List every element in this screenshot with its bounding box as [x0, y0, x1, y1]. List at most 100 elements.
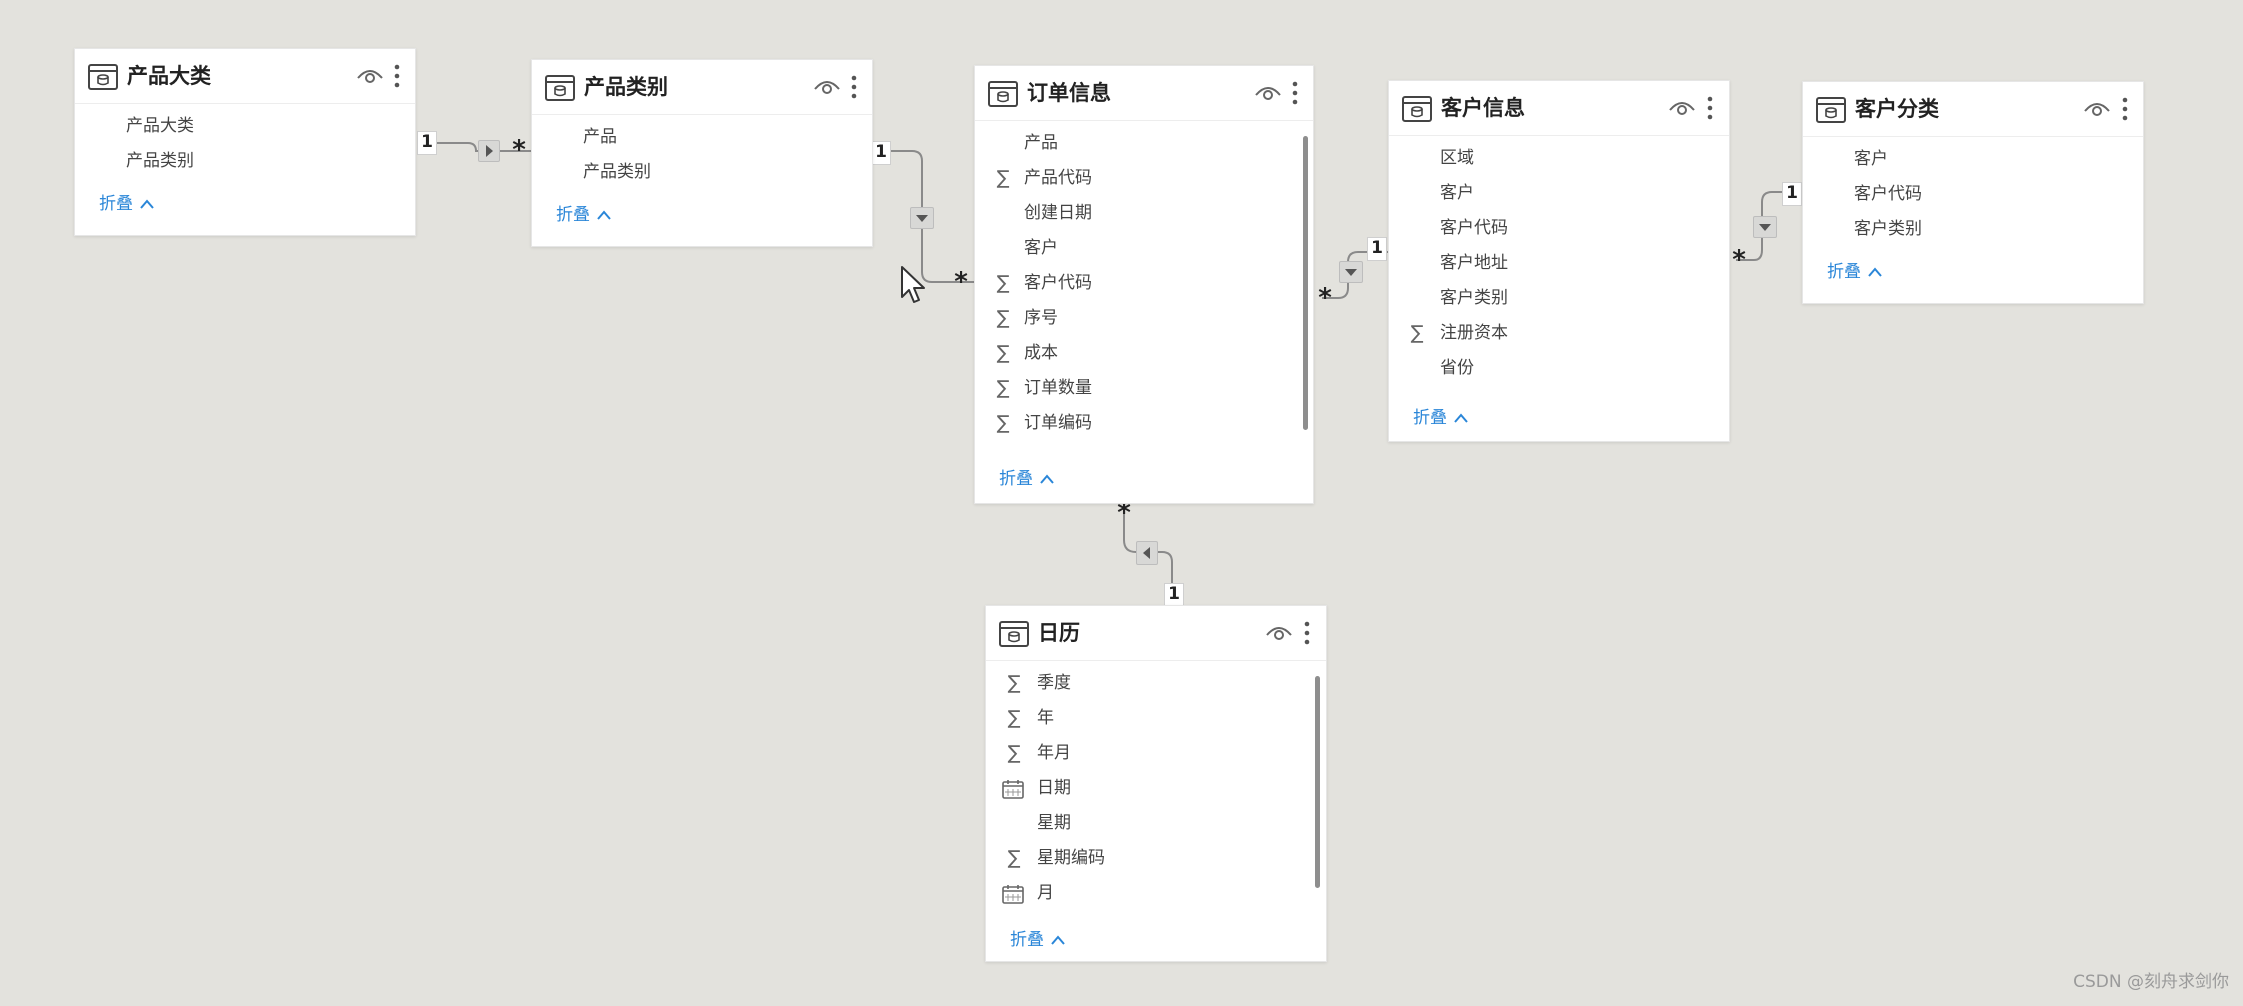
table-header[interactable]: 客户信息	[1389, 81, 1729, 136]
cardinality-many-3[interactable]: *	[1316, 285, 1334, 311]
table-card-customer-class[interactable]: 客户分类 客户 客户代码 客户类别 折叠	[1802, 81, 2144, 304]
collapse-link[interactable]: 折叠	[556, 203, 612, 227]
table-header[interactable]: 产品类别	[532, 60, 872, 115]
collapse-link[interactable]: 折叠	[999, 467, 1055, 491]
field-name: 客户类别	[1440, 288, 1508, 308]
field-row[interactable]: ∑ 季度	[986, 666, 1326, 701]
field-row[interactable]: 客户	[975, 231, 1313, 266]
field-row[interactable]: 创建日期	[975, 196, 1313, 231]
scrollbar[interactable]	[1315, 676, 1320, 888]
field-name: 月	[1037, 883, 1054, 903]
filter-direction-arrow-3[interactable]	[1339, 261, 1363, 283]
sigma-icon: ∑	[996, 272, 1010, 294]
model-canvas[interactable]: 1 * 1 * * 1 * 1 * 1 产品大类 产品大类 产品类别 折叠 产品…	[0, 0, 2243, 1006]
field-row[interactable]: ∑ 年月	[986, 736, 1326, 771]
field-row[interactable]: ∑ 订单数量	[975, 371, 1313, 406]
more-options-icon[interactable]	[2121, 95, 2129, 123]
visibility-eye-icon[interactable]	[357, 67, 383, 85]
field-row[interactable]: 客户类别	[1389, 281, 1729, 316]
table-header[interactable]: 客户分类	[1803, 82, 2143, 137]
filter-direction-arrow-1[interactable]	[478, 140, 500, 162]
chevron-up-icon	[1454, 413, 1468, 423]
field-row[interactable]: 星期	[986, 806, 1326, 841]
field-row[interactable]: 客户	[1803, 142, 2143, 177]
collapse-link[interactable]: 折叠	[1827, 260, 1883, 284]
field-row[interactable]: 产品类别	[75, 144, 415, 179]
table-header[interactable]: 订单信息	[975, 66, 1313, 121]
table-card-product-category[interactable]: 产品类别 产品 产品类别 折叠	[531, 59, 873, 247]
cardinality-one-5[interactable]: 1	[1164, 583, 1184, 607]
scrollbar[interactable]	[1303, 136, 1308, 430]
field-row[interactable]: ∑ 星期编码	[986, 841, 1326, 876]
cardinality-many-2[interactable]: *	[952, 269, 970, 295]
cardinality-one-4[interactable]: 1	[1782, 182, 1802, 206]
field-row[interactable]: ∑ 成本	[975, 336, 1313, 371]
collapse-link[interactable]: 折叠	[99, 192, 155, 216]
filter-direction-arrow-2[interactable]	[910, 207, 934, 229]
field-name: 客户地址	[1440, 253, 1508, 273]
field-name: 客户	[1024, 238, 1058, 258]
table-title: 订单信息	[1027, 81, 1111, 105]
visibility-eye-icon[interactable]	[2084, 100, 2110, 118]
field-row[interactable]: 产品	[975, 126, 1313, 161]
table-header[interactable]: 日历	[986, 606, 1326, 661]
sigma-icon: ∑	[1007, 707, 1021, 729]
table-header[interactable]: 产品大类	[75, 49, 415, 104]
cardinality-many-5[interactable]: *	[1115, 500, 1133, 526]
field-name: 年	[1037, 708, 1054, 728]
field-row[interactable]: 区域	[1389, 141, 1729, 176]
field-name: 产品类别	[583, 162, 651, 182]
field-row[interactable]: 日期	[986, 771, 1326, 806]
field-row[interactable]: 客户代码	[1803, 177, 2143, 212]
field-name: 产品类别	[126, 151, 194, 171]
cardinality-many-1[interactable]: *	[510, 137, 528, 163]
field-row[interactable]: ∑ 客户代码	[975, 266, 1313, 301]
field-row[interactable]: ∑ 注册资本	[1389, 316, 1729, 351]
field-row[interactable]: 产品	[532, 120, 872, 155]
collapse-label: 折叠	[1413, 408, 1447, 428]
more-options-icon[interactable]	[1291, 79, 1299, 107]
field-row[interactable]: 客户类别	[1803, 212, 2143, 247]
field-row[interactable]: 产品大类	[75, 109, 415, 144]
filter-direction-arrow-4[interactable]	[1753, 216, 1777, 238]
field-row[interactable]: ∑ 订单编码	[975, 406, 1313, 441]
cardinality-many-4[interactable]: *	[1730, 247, 1748, 273]
field-name: 星期	[1037, 813, 1071, 833]
table-icon	[1402, 96, 1432, 122]
field-name: 日期	[1037, 778, 1071, 798]
more-options-icon[interactable]	[1303, 619, 1311, 647]
chevron-up-icon	[140, 199, 154, 209]
collapse-link[interactable]: 折叠	[1413, 406, 1469, 430]
collapse-label: 折叠	[999, 469, 1033, 489]
field-row[interactable]: 客户	[1389, 176, 1729, 211]
visibility-eye-icon[interactable]	[1255, 84, 1281, 102]
field-row[interactable]: ∑ 序号	[975, 301, 1313, 336]
sigma-icon: ∑	[996, 307, 1010, 329]
sigma-icon: ∑	[996, 412, 1010, 434]
field-row[interactable]: 客户地址	[1389, 246, 1729, 281]
field-row[interactable]: 省份	[1389, 351, 1729, 386]
visibility-eye-icon[interactable]	[1266, 624, 1292, 642]
visibility-eye-icon[interactable]	[1669, 99, 1695, 117]
table-card-customer-info[interactable]: 客户信息 区域 客户 客户代码客户地址客户类别 ∑ 注册资本 省份 折叠	[1388, 80, 1730, 442]
table-card-calendar[interactable]: 日历 ∑ 季度 ∑ 年 ∑ 年月 日期 星期 ∑ 星期编码月 折叠	[985, 605, 1327, 962]
field-row[interactable]: 产品类别	[532, 155, 872, 190]
table-card-product-major[interactable]: 产品大类 产品大类 产品类别 折叠	[74, 48, 416, 236]
field-row[interactable]: 客户代码	[1389, 211, 1729, 246]
sigma-icon: ∑	[996, 167, 1010, 189]
field-name: 季度	[1037, 673, 1071, 693]
field-row[interactable]: 月	[986, 876, 1326, 911]
field-row[interactable]: ∑ 年	[986, 701, 1326, 736]
more-options-icon[interactable]	[393, 62, 401, 90]
visibility-eye-icon[interactable]	[814, 78, 840, 96]
cardinality-one-1[interactable]: 1	[417, 131, 437, 155]
cardinality-one-2[interactable]: 1	[871, 141, 891, 165]
table-card-order-info[interactable]: 订单信息 产品 ∑ 产品代码 创建日期 客户 ∑ 客户代码 ∑ 序号 ∑ 成本 ∑ 订单数量 ∑ 订单编码 …	[974, 65, 1314, 504]
more-options-icon[interactable]	[850, 73, 858, 101]
more-options-icon[interactable]	[1706, 94, 1714, 122]
field-row[interactable]: ∑ 产品代码	[975, 161, 1313, 196]
filter-direction-arrow-5[interactable]	[1136, 541, 1158, 565]
cardinality-one-3[interactable]: 1	[1367, 237, 1387, 261]
collapse-link[interactable]: 折叠	[1010, 928, 1066, 952]
table-title: 客户信息	[1441, 96, 1525, 120]
